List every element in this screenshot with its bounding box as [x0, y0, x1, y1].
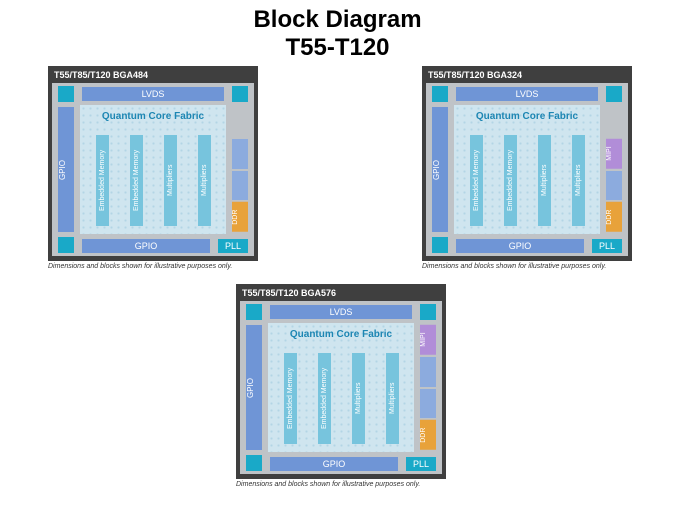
card-bga576: T55/T85/T120 BGA576 LVDS GPIO MIPI DDR Q… — [236, 284, 446, 479]
core-fabric: Quantum Core Fabric Embedded Memory Embe… — [268, 323, 414, 452]
card-title: T55/T85/T120 BGA324 — [428, 70, 628, 80]
card-bga484: T55/T85/T120 BGA484 LVDS GPIO DDR Quantu… — [48, 66, 258, 261]
corner-block — [58, 237, 74, 253]
footnote: Dimensions and blocks shown for illustra… — [422, 263, 606, 270]
corner-block — [606, 86, 622, 102]
pll-block: PLL — [592, 239, 622, 253]
corner-block — [246, 304, 262, 320]
gpio-left-block: GPIO — [246, 325, 262, 450]
footnote: Dimensions and blocks shown for illustra… — [48, 263, 232, 270]
corner-block — [420, 304, 436, 320]
multipliers-col: Multipliers — [164, 135, 177, 226]
card-bga324: T55/T85/T120 BGA324 LVDS GPIO MIPI DDR Q… — [422, 66, 632, 261]
pll-block: PLL — [218, 239, 248, 253]
corner-block — [232, 86, 248, 102]
embedded-memory-col: Embedded Memory — [284, 353, 297, 444]
pll-block: PLL — [406, 457, 436, 471]
ddr-block: DDR — [606, 202, 622, 232]
card-title: T55/T85/T120 BGA576 — [242, 288, 442, 298]
gpio-left-block: GPIO — [432, 107, 448, 232]
lvds-block: LVDS — [456, 87, 598, 101]
corner-block — [58, 86, 74, 102]
side-block — [232, 171, 248, 201]
side-block — [232, 139, 248, 169]
chip-body: LVDS GPIO MIPI DDR Quantum Core Fabric E… — [240, 301, 442, 474]
multipliers-col: Multipliers — [386, 353, 399, 444]
footnote: Dimensions and blocks shown for illustra… — [236, 481, 420, 488]
side-block — [606, 171, 622, 201]
fabric-label: Quantum Core Fabric — [80, 111, 226, 122]
side-block — [420, 357, 436, 387]
gpio-bottom-block: GPIO — [270, 457, 398, 471]
chip-body: LVDS GPIO DDR Quantum Core Fabric Embedd… — [52, 83, 254, 256]
gpio-left-block: GPIO — [58, 107, 74, 232]
chip-body: LVDS GPIO MIPI DDR Quantum Core Fabric E… — [426, 83, 628, 256]
multipliers-col: Multipliers — [198, 135, 211, 226]
side-block — [606, 107, 622, 137]
mipi-block: MIPI — [606, 139, 622, 169]
multipliers-col: Multipliers — [538, 135, 551, 226]
embedded-memory-col: Embedded Memory — [96, 135, 109, 226]
ddr-block: DDR — [232, 202, 248, 232]
core-fabric: Quantum Core Fabric Embedded Memory Embe… — [80, 105, 226, 234]
side-block — [420, 389, 436, 419]
core-fabric: Quantum Core Fabric Embedded Memory Embe… — [454, 105, 600, 234]
fabric-label: Quantum Core Fabric — [268, 329, 414, 340]
corner-block — [432, 237, 448, 253]
embedded-memory-col: Embedded Memory — [470, 135, 483, 226]
embedded-memory-col: Embedded Memory — [504, 135, 517, 226]
corner-block — [432, 86, 448, 102]
ddr-block: DDR — [420, 420, 436, 450]
mipi-block: MIPI — [420, 325, 436, 355]
card-title: T55/T85/T120 BGA484 — [54, 70, 254, 80]
side-block — [232, 107, 248, 137]
lvds-block: LVDS — [270, 305, 412, 319]
lvds-block: LVDS — [82, 87, 224, 101]
corner-block — [246, 455, 262, 471]
embedded-memory-col: Embedded Memory — [130, 135, 143, 226]
embedded-memory-col: Embedded Memory — [318, 353, 331, 444]
multipliers-col: Multipliers — [352, 353, 365, 444]
multipliers-col: Multipliers — [572, 135, 585, 226]
fabric-label: Quantum Core Fabric — [454, 111, 600, 122]
gpio-bottom-block: GPIO — [456, 239, 584, 253]
gpio-bottom-block: GPIO — [82, 239, 210, 253]
